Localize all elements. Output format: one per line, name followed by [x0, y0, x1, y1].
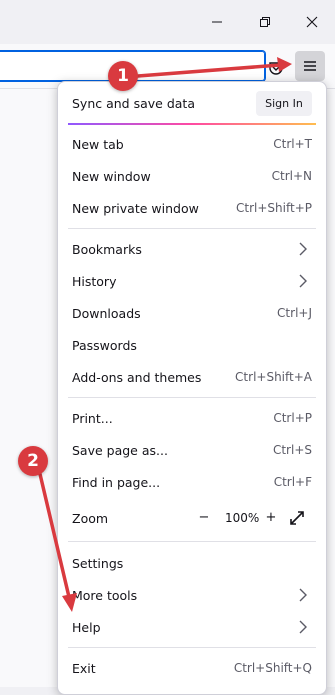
restore-icon: [260, 17, 270, 27]
menu-item-more-tools[interactable]: More tools: [58, 580, 326, 610]
step-2-callout: 2: [18, 446, 48, 476]
shortcut-label: Ctrl+F: [273, 475, 312, 489]
menu-item-help[interactable]: Help: [58, 612, 326, 642]
menu-item-label: Exit: [72, 660, 96, 676]
app-menu-panel: Sync and save data Sign In New tab Ctrl+…: [57, 81, 327, 695]
menu-item-label: Bookmarks: [72, 241, 142, 257]
zoom-out-button[interactable]: −: [196, 510, 212, 526]
shortcut-label: Ctrl+N: [271, 169, 312, 183]
shortcut-label: Ctrl+Shift+P: [236, 201, 312, 215]
restore-button[interactable]: [242, 0, 288, 44]
menu-item-label: Zoom: [72, 510, 109, 526]
pocket-icon: [269, 62, 283, 75]
menu-item-print[interactable]: Print... Ctrl+P: [58, 403, 326, 433]
close-icon: [306, 16, 318, 28]
menu-item-label: Find in page...: [72, 474, 161, 490]
chevron-right-icon: [299, 274, 307, 288]
shortcut-label: Ctrl+P: [273, 411, 312, 425]
chevron-right-icon: [299, 588, 307, 602]
pocket-button[interactable]: [266, 58, 286, 78]
menu-item-label: New window: [72, 168, 151, 184]
app-menu-button[interactable]: [295, 51, 325, 81]
menu-item-label: Downloads: [72, 305, 141, 321]
minimize-icon: [212, 21, 222, 23]
menu-item-zoom: Zoom − 100% +: [58, 503, 326, 533]
menu-item-label: Settings: [72, 555, 124, 571]
menu-item-label: Add-ons and themes: [72, 369, 202, 385]
shortcut-label: Ctrl+Shift+Q: [233, 661, 312, 675]
menu-item-downloads[interactable]: Downloads Ctrl+J: [58, 298, 326, 328]
chevron-right-icon: [299, 620, 307, 634]
menu-item-new-tab[interactable]: New tab Ctrl+T: [58, 129, 326, 159]
menu-item-bookmarks[interactable]: Bookmarks: [58, 234, 326, 264]
menu-separator: [68, 541, 316, 542]
menu-item-new-window[interactable]: New window Ctrl+N: [58, 161, 326, 191]
menu-separator: [68, 647, 316, 648]
fullscreen-icon[interactable]: [290, 511, 304, 525]
close-button[interactable]: [289, 0, 335, 44]
menu-item-find-in-page[interactable]: Find in page... Ctrl+F: [58, 467, 326, 497]
menu-separator: [68, 228, 316, 229]
menu-separator: [68, 397, 316, 398]
menu-item-label: Help: [72, 619, 101, 635]
shortcut-label: Ctrl+J: [277, 306, 312, 320]
sign-in-button[interactable]: Sign In: [256, 91, 312, 116]
chevron-right-icon: [299, 242, 307, 256]
sync-label: Sync and save data: [72, 96, 195, 111]
menu-item-label: Save page as...: [72, 442, 168, 458]
menu-item-label: More tools: [72, 587, 138, 603]
menu-item-label: Print...: [72, 410, 113, 426]
sync-header: Sync and save data Sign In: [58, 82, 326, 124]
shortcut-label: Ctrl+T: [273, 137, 312, 151]
hamburger-menu-icon: [304, 61, 316, 71]
zoom-level-button[interactable]: 100%: [225, 511, 259, 525]
sync-divider: [68, 123, 316, 125]
menu-item-passwords[interactable]: Passwords: [58, 330, 326, 360]
zoom-in-button[interactable]: +: [263, 510, 279, 526]
shortcut-label: Ctrl+Shift+A: [235, 370, 312, 384]
step-1-callout: 1: [108, 61, 138, 91]
menu-item-addons-and-themes[interactable]: Add-ons and themes Ctrl+Shift+A: [58, 362, 326, 392]
menu-item-settings[interactable]: Settings: [58, 548, 326, 578]
menu-item-label: New private window: [72, 200, 199, 216]
title-bar: [0, 0, 335, 44]
menu-item-exit[interactable]: Exit Ctrl+Shift+Q: [58, 653, 326, 683]
shortcut-label: Ctrl+S: [272, 443, 312, 457]
menu-item-new-private-window[interactable]: New private window Ctrl+Shift+P: [58, 193, 326, 223]
menu-item-save-page-as[interactable]: Save page as... Ctrl+S: [58, 435, 326, 465]
menu-item-label: History: [72, 273, 117, 289]
menu-item-label: New tab: [72, 136, 124, 152]
minimize-button[interactable]: [194, 0, 240, 44]
menu-item-label: Passwords: [72, 337, 137, 353]
menu-item-history[interactable]: History: [58, 266, 326, 296]
